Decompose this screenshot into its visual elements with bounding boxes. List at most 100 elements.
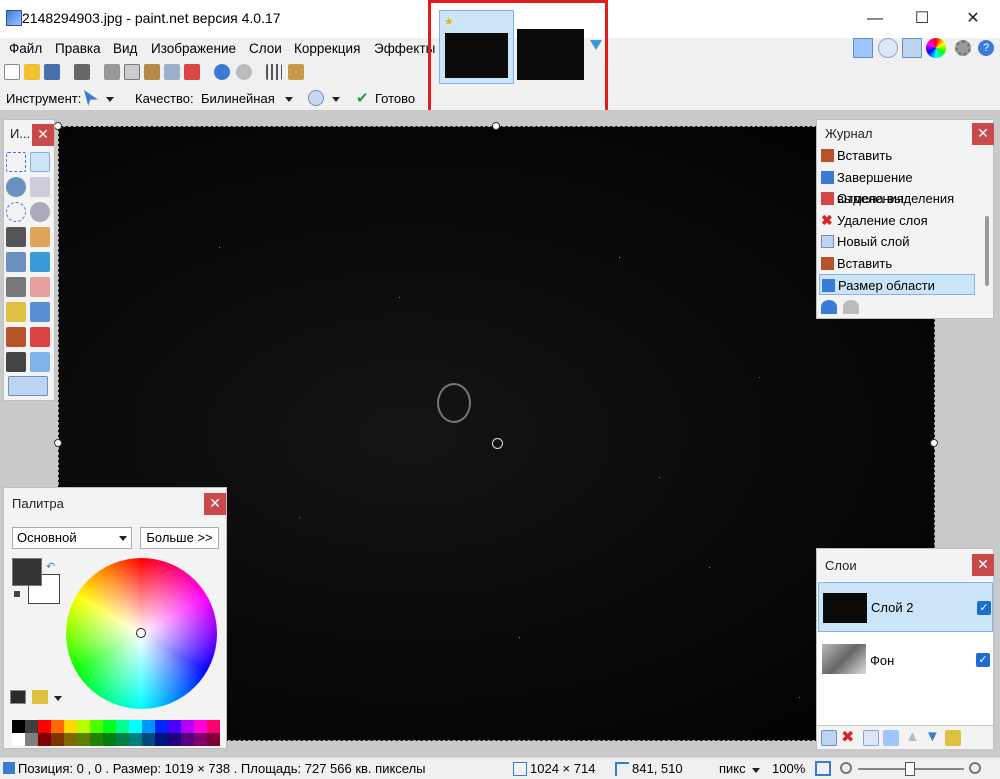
history-redo-icon[interactable] [843, 300, 859, 314]
swatch[interactable] [12, 733, 25, 746]
color-wheel[interactable] [66, 558, 217, 709]
swatch[interactable] [168, 733, 181, 746]
units-dropdown-icon[interactable] [752, 768, 760, 773]
history-panel-close-icon[interactable]: ✕ [972, 123, 994, 145]
swatch[interactable] [25, 733, 38, 746]
swatch[interactable] [51, 720, 64, 733]
swatch[interactable] [142, 733, 155, 746]
deselect-icon[interactable] [184, 64, 200, 80]
swatch[interactable] [64, 720, 77, 733]
crop-icon[interactable] [164, 64, 180, 80]
swatch[interactable] [207, 733, 220, 746]
units-select[interactable]: пикс [719, 761, 746, 776]
swatch[interactable] [51, 733, 64, 746]
paint-bucket-icon[interactable] [6, 252, 26, 272]
ellipse-select-icon[interactable] [6, 202, 26, 222]
layers-window-icon[interactable] [902, 38, 922, 58]
move-selected-icon[interactable] [30, 152, 50, 172]
text-icon[interactable] [6, 352, 26, 372]
swatch[interactable] [116, 733, 129, 746]
swatch[interactable] [38, 720, 51, 733]
zoom-to-window-icon[interactable] [815, 761, 831, 776]
history-window-icon[interactable] [878, 38, 898, 58]
history-item-paste-1[interactable]: Вставить [819, 145, 975, 166]
undo-icon[interactable] [214, 64, 230, 80]
swatch[interactable] [90, 720, 103, 733]
cut-icon[interactable] [104, 64, 120, 80]
layers-panel-close-icon[interactable]: ✕ [972, 554, 994, 576]
swatch[interactable] [12, 720, 25, 733]
paintbrush-icon[interactable] [6, 277, 26, 297]
menu-image[interactable]: Изображение [151, 41, 236, 56]
swap-colors-icon[interactable]: ↶ [46, 560, 55, 573]
swatch[interactable] [103, 720, 116, 733]
color-wheel-cursor[interactable] [136, 628, 146, 638]
layer-visible-checkbox[interactable]: ✓ [976, 653, 990, 667]
color-picker-icon[interactable] [30, 302, 50, 322]
tools-window-icon[interactable] [853, 38, 873, 58]
menu-view[interactable]: Вид [113, 41, 137, 56]
tools-panel-close-icon[interactable]: ✕ [32, 124, 54, 146]
history-item-deselect[interactable]: Отмена выделения [819, 188, 975, 209]
swatch[interactable] [116, 720, 129, 733]
swatch[interactable] [194, 720, 207, 733]
swatch[interactable] [25, 720, 38, 733]
resize-handle-nw[interactable] [54, 122, 62, 130]
zoom-slider-thumb[interactable] [905, 762, 915, 776]
menu-adjustments[interactable]: Коррекция [294, 41, 360, 56]
eraser-icon[interactable] [30, 277, 50, 297]
swatch[interactable] [90, 733, 103, 746]
done-check-icon[interactable]: ✔ [356, 89, 369, 107]
palette-menu-dropdown-icon[interactable] [54, 696, 62, 701]
palette-mode-select[interactable]: Основной [12, 527, 132, 549]
move-selection-icon[interactable] [84, 90, 98, 106]
more-colors-button[interactable]: Больше >> [140, 527, 219, 549]
gradient-icon[interactable] [30, 252, 50, 272]
swatch[interactable] [181, 720, 194, 733]
history-undo-icon[interactable] [821, 300, 837, 314]
history-item-paste-2[interactable]: Вставить [819, 253, 975, 274]
line-curve-icon[interactable] [30, 352, 50, 372]
minimize-button[interactable]: — [852, 4, 898, 34]
new-file-icon[interactable] [4, 64, 20, 80]
layer-row[interactable]: Фон ✓ [818, 634, 993, 684]
close-window-button[interactable]: ✕ [950, 4, 996, 34]
quality-select[interactable]: Билинейная [201, 91, 275, 106]
open-file-icon[interactable] [24, 64, 40, 80]
reset-colors-icon[interactable] [13, 590, 21, 598]
add-layer-icon[interactable] [821, 730, 837, 746]
rectangle-select-icon[interactable] [6, 152, 26, 172]
palette-panel-close-icon[interactable]: ✕ [204, 493, 226, 515]
menu-effects[interactable]: Эффекты [374, 41, 435, 56]
swatch[interactable] [155, 720, 168, 733]
swatch[interactable] [64, 733, 77, 746]
swatch[interactable] [77, 720, 90, 733]
zoom-out-icon[interactable] [840, 762, 852, 774]
colors-window-icon[interactable] [926, 38, 946, 58]
grid-icon[interactable] [266, 64, 282, 80]
zoom-level[interactable]: 100% [772, 761, 805, 776]
swatch[interactable] [194, 733, 207, 746]
duplicate-layer-icon[interactable] [863, 730, 879, 746]
layer-properties-icon[interactable] [945, 730, 961, 746]
blend-mode-icon[interactable] [308, 90, 324, 106]
redo-icon[interactable] [236, 64, 252, 80]
clone-stamp-icon[interactable] [6, 327, 26, 347]
merge-layer-down-icon[interactable] [883, 730, 899, 746]
delete-layer-icon[interactable]: ✖ [841, 727, 854, 747]
tool-dropdown-arrow-icon[interactable] [106, 97, 114, 102]
history-item-canvas-size[interactable]: Размер области [819, 274, 975, 295]
history-item-new-layer[interactable]: Новый слой [819, 231, 975, 252]
quality-dropdown-arrow-icon[interactable] [285, 97, 293, 102]
ruler-icon[interactable] [288, 64, 304, 80]
move-layer-down-icon[interactable]: ▼ [925, 728, 940, 745]
zoom-icon[interactable] [30, 202, 50, 222]
resize-handle-w[interactable] [54, 439, 62, 447]
palette-add-color-icon[interactable] [10, 690, 26, 704]
history-item-delete-layer[interactable]: ✖ Удаление слоя [819, 210, 975, 231]
swatch[interactable] [142, 720, 155, 733]
swatch[interactable] [129, 733, 142, 746]
palette-menu-icon[interactable] [32, 690, 48, 704]
primary-color-swatch[interactable] [12, 558, 42, 586]
menu-layers[interactable]: Слои [249, 41, 282, 56]
